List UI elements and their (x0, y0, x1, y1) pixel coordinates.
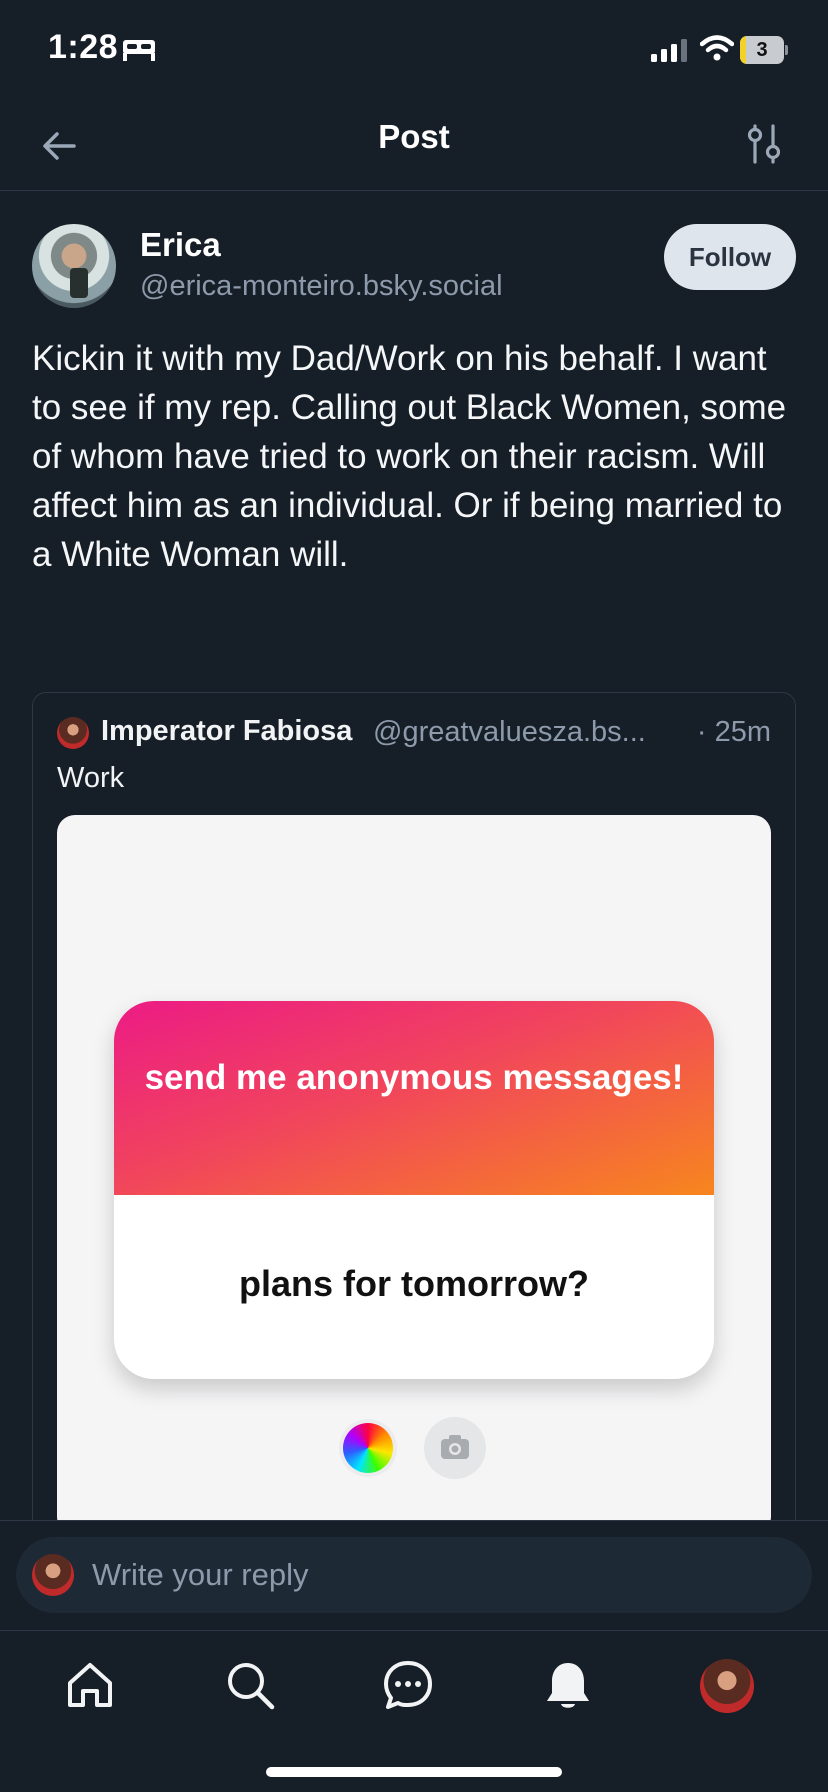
page-title: Post (378, 118, 450, 155)
bed-icon (123, 40, 155, 61)
card-title: send me anonymous messages! (144, 1058, 684, 1097)
post-text: Kickin it with my Dad/Work on his behalf… (32, 339, 787, 574)
author-handle[interactable]: @erica-monteiro.bsky.social (140, 270, 503, 303)
post-header: Post (0, 100, 828, 191)
follow-button[interactable]: Follow (664, 224, 796, 290)
quote-author-name: Imperator Fabiosa (101, 715, 353, 747)
camera-icon (424, 1417, 486, 1479)
anonymous-message-card: send me anonymous messages! plans for to… (114, 1001, 714, 1379)
quote-text: Work (57, 762, 125, 794)
home-icon[interactable] (62, 1657, 118, 1713)
status-time: 1:28 (48, 28, 119, 66)
user-avatar (32, 1554, 74, 1596)
bell-icon[interactable] (540, 1657, 596, 1713)
status-bar: 1:28 3 (0, 0, 828, 100)
battery-indicator: 3 (740, 36, 788, 64)
quote-image[interactable]: send me anonymous messages! plans for to… (57, 815, 771, 1535)
profile-avatar[interactable] (700, 1659, 754, 1713)
quote-timestamp: · 25m (696, 716, 771, 748)
author-name[interactable]: Erica (140, 226, 221, 264)
reply-placeholder: Write your reply (92, 1557, 309, 1592)
cellular-signal-icon (651, 39, 687, 62)
quote-author-avatar[interactable] (57, 717, 89, 749)
reply-input[interactable]: Write your reply (16, 1537, 812, 1613)
chat-icon[interactable] (380, 1657, 436, 1713)
wifi-icon (700, 35, 734, 61)
sliders-icon[interactable] (740, 120, 788, 168)
color-wheel-icon (343, 1423, 393, 1473)
home-indicator (266, 1767, 562, 1777)
card-question: plans for tomorrow? (239, 1263, 589, 1304)
quote-author-handle: @greatvaluesza.bs... (373, 716, 646, 748)
quoted-post[interactable]: Imperator Fabiosa @greatvaluesza.bs... ·… (32, 692, 796, 1592)
battery-level: 3 (756, 39, 768, 61)
search-icon[interactable] (222, 1657, 278, 1713)
author-avatar[interactable] (32, 224, 116, 308)
reply-composer: Write your reply (0, 1520, 828, 1630)
